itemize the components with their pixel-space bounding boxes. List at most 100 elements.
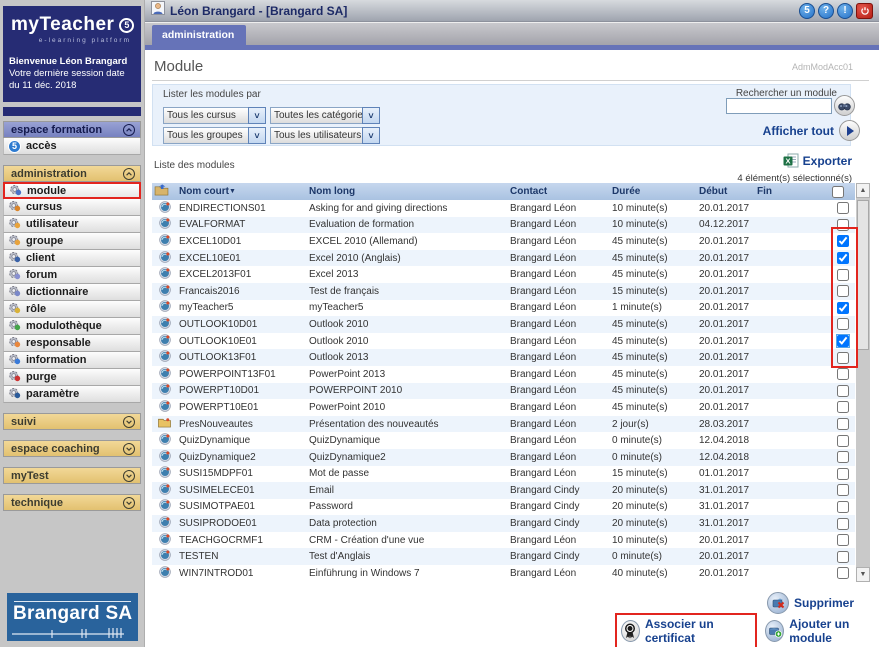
section-header-suivi[interactable]: suivi xyxy=(3,413,141,430)
row-checkbox[interactable] xyxy=(837,534,849,546)
add-module-button[interactable]: Ajouter un module xyxy=(765,617,879,645)
sidebar-item-acces[interactable]: 5 accès xyxy=(3,138,141,155)
row-checkbox[interactable] xyxy=(837,435,849,447)
sidebar-admin-item[interactable]: modulothèque xyxy=(3,318,141,335)
sidebar-admin-item[interactable]: paramètre xyxy=(3,386,141,403)
sidebar-admin-item[interactable]: groupe xyxy=(3,233,141,250)
sidebar-admin-item[interactable]: responsable xyxy=(3,335,141,352)
show-all-play-button[interactable] xyxy=(839,120,860,141)
table-row[interactable]: ENDIRECTIONS01 Asking for and giving dir… xyxy=(152,200,855,217)
table-row[interactable]: WIN7INTROD01 Einführung in Windows 7 Bra… xyxy=(152,565,855,582)
sidebar-admin-item[interactable]: utilisateur xyxy=(3,216,141,233)
section-header-espace-coaching[interactable]: espace coaching xyxy=(3,440,141,457)
row-checkbox[interactable] xyxy=(837,335,849,347)
play-icon xyxy=(847,126,854,136)
select-all-checkbox[interactable] xyxy=(832,186,844,198)
table-row[interactable]: POWERPOINT13F01 PowerPoint 2013 Brangard… xyxy=(152,366,855,383)
scrollbar-thumb[interactable] xyxy=(857,200,869,350)
table-row[interactable]: SUSI15MDPF01 Mot de passe Brangard Léon … xyxy=(152,466,855,483)
row-checkbox[interactable] xyxy=(837,385,849,397)
sidebar-admin-item[interactable]: client xyxy=(3,250,141,267)
table-row[interactable]: EVALFORMAT Evaluation de formation Brang… xyxy=(152,217,855,234)
select-cursus[interactable]: Tous les cursus ˅ xyxy=(163,107,266,124)
table-row[interactable]: OUTLOOK10E01 Outlook 2010 Brangard Léon … xyxy=(152,333,855,350)
info-icon[interactable]: ! xyxy=(837,3,853,19)
select-categories[interactable]: Toutes les catégories ˅ xyxy=(270,107,380,124)
row-checkbox[interactable] xyxy=(837,302,849,314)
table-row[interactable]: POWERPT10E01 PowerPoint 2010 Brangard Lé… xyxy=(152,399,855,416)
row-checkbox[interactable] xyxy=(837,318,849,330)
sidebar-admin-item[interactable]: rôle xyxy=(3,301,141,318)
row-checkbox[interactable] xyxy=(837,567,849,579)
open-folder-header-icon[interactable] xyxy=(152,183,177,200)
row-checkbox[interactable] xyxy=(837,252,849,264)
scroll-down-arrow[interactable]: ▼ xyxy=(856,567,870,582)
table-row[interactable]: Francais2016 Test de français Brangard L… xyxy=(152,283,855,300)
show-all-link[interactable]: Afficher tout xyxy=(754,124,834,138)
sidebar-admin-item[interactable]: forum xyxy=(3,267,141,284)
table-row[interactable]: QuizDynamique2 QuizDynamique2 Brangard L… xyxy=(152,449,855,466)
row-checkbox[interactable] xyxy=(837,401,849,413)
table-row[interactable]: QuizDynamique QuizDynamique Brangard Léo… xyxy=(152,432,855,449)
table-row[interactable]: EXCEL10E01 Excel 2010 (Anglais) Brangard… xyxy=(152,250,855,267)
table-row[interactable]: OUTLOOK13F01 Outlook 2013 Brangard Léon … xyxy=(152,349,855,366)
row-checkbox[interactable] xyxy=(837,285,849,297)
help-icon[interactable]: ? xyxy=(818,3,834,19)
row-checkbox[interactable] xyxy=(837,418,849,430)
export-button[interactable]: X Exporter xyxy=(783,153,852,168)
row-checkbox[interactable] xyxy=(837,235,849,247)
select-utilisateurs[interactable]: Tous les utilisateurs ˅ xyxy=(270,127,380,144)
scroll-up-arrow[interactable]: ▲ xyxy=(856,183,870,198)
table-row[interactable]: myTeacher5 myTeacher5 Brangard Léon 1 mi… xyxy=(152,300,855,317)
sidebar-admin-item[interactable]: purge xyxy=(3,369,141,386)
col-contact[interactable]: Contact xyxy=(508,183,610,200)
section-header-administration[interactable]: administration xyxy=(3,165,141,182)
table-scrollbar[interactable]: ▲ ▼ xyxy=(856,183,870,582)
table-row[interactable]: SUSIMOTPAE01 Password Brangard Cindy 20 … xyxy=(152,499,855,516)
table-row[interactable]: SUSIPRODOE01 Data protection Brangard Ci… xyxy=(152,515,855,532)
table-row[interactable]: EXCEL10D01 EXCEL 2010 (Allemand) Brangar… xyxy=(152,233,855,250)
row-checkbox[interactable] xyxy=(837,202,849,214)
col-duree[interactable]: Durée xyxy=(610,183,697,200)
row-checkbox[interactable] xyxy=(837,551,849,563)
row-checkbox[interactable] xyxy=(837,518,849,530)
row-checkbox[interactable] xyxy=(837,501,849,513)
notification-badge-icon[interactable]: 5 xyxy=(799,3,815,19)
row-checkbox[interactable] xyxy=(837,451,849,463)
table-row[interactable]: POWERPT10D01 POWERPOINT 2010 Brangard Lé… xyxy=(152,383,855,400)
table-row[interactable]: OUTLOOK10D01 Outlook 2010 Brangard Léon … xyxy=(152,316,855,333)
section-header-technique[interactable]: technique xyxy=(3,494,141,511)
table-row[interactable]: TESTEN Test d'Anglais Brangard Cindy 0 m… xyxy=(152,548,855,565)
sidebar-admin-item[interactable]: cursus xyxy=(3,199,141,216)
module-type-icon xyxy=(159,454,171,465)
associate-certificate-button[interactable]: Associer un certificat xyxy=(615,613,757,647)
window-titlebar: Léon Brangard - [Brangard SA] 5 ? ! xyxy=(145,0,879,22)
search-binoculars-button[interactable] xyxy=(834,95,855,116)
search-input[interactable] xyxy=(726,98,832,114)
delete-button[interactable]: Supprimer xyxy=(767,592,854,614)
col-fin[interactable]: Fin xyxy=(755,183,830,200)
table-row[interactable]: PresNouveautes Présentation des nouveaut… xyxy=(152,416,855,433)
row-checkbox[interactable] xyxy=(837,219,849,231)
col-debut[interactable]: Début xyxy=(697,183,755,200)
page-code: AdmModAcc01 xyxy=(792,62,853,72)
sidebar-admin-item[interactable]: module xyxy=(3,182,141,199)
row-checkbox[interactable] xyxy=(837,468,849,480)
table-row[interactable]: SUSIMELECE01 Email Brangard Cindy 20 min… xyxy=(152,482,855,499)
section-header-mytest[interactable]: myTest xyxy=(3,467,141,484)
col-nom-court[interactable]: Nom court▼ xyxy=(177,183,307,200)
col-nom-long[interactable]: Nom long xyxy=(307,183,508,200)
row-checkbox[interactable] xyxy=(837,269,849,281)
row-checkbox[interactable] xyxy=(837,352,849,364)
select-groupes[interactable]: Tous les groupes ˅ xyxy=(163,127,266,144)
power-logout-icon[interactable] xyxy=(856,3,873,19)
table-row[interactable]: EXCEL2013F01 Excel 2013 Brangard Léon 45… xyxy=(152,266,855,283)
row-checkbox[interactable] xyxy=(837,368,849,380)
row-checkbox[interactable] xyxy=(837,484,849,496)
table-row[interactable]: TEACHGOCRMF1 CRM - Création d'une vue Br… xyxy=(152,532,855,549)
sidebar-admin-item[interactable]: information xyxy=(3,352,141,369)
window-title: Léon Brangard - [Brangard SA] xyxy=(170,4,799,18)
sidebar-admin-item[interactable]: dictionnaire xyxy=(3,284,141,301)
section-header-espace-formation[interactable]: espace formation xyxy=(3,121,141,138)
tab-administration[interactable]: administration xyxy=(152,25,246,45)
